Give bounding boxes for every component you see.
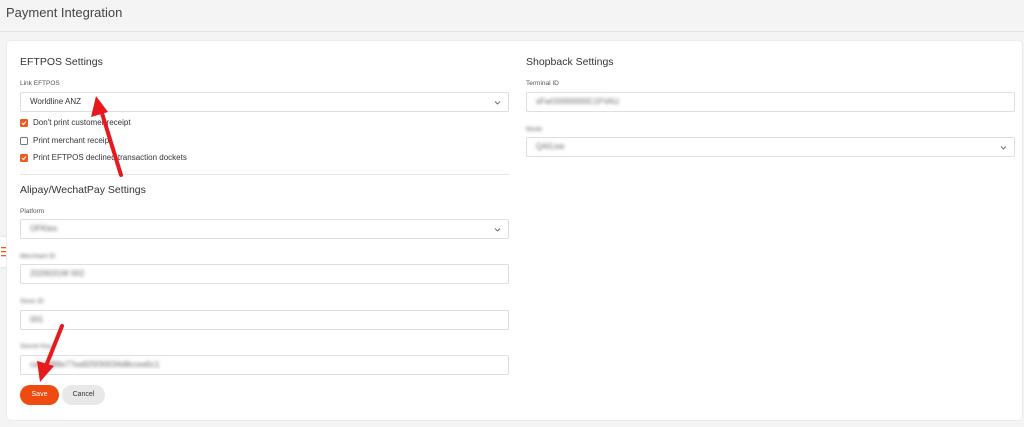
merchant-id-value: 2026031W 002 [30, 269, 85, 278]
chevron-down-icon [494, 228, 501, 232]
secret-key-value: ca5dd88e77ea925f30034d8ccea5c1 [30, 360, 160, 369]
checkbox-label: Don't print customer receipt [33, 118, 131, 127]
platform-label: Platform [20, 208, 45, 215]
page-header: Payment Integration [0, 0, 1024, 32]
platform-select[interactable]: OFKtes [20, 219, 509, 239]
checkbox-checked-icon [20, 118, 28, 127]
store-id-label: Store ID [20, 298, 44, 305]
link-eftpos-label: Link EFTPOS [20, 80, 60, 87]
platform-value: OFKtes [30, 224, 58, 233]
terminal-id-label: Terminal ID [526, 80, 559, 87]
merchant-id-input[interactable]: 2026031W 002 [20, 264, 509, 284]
mode-label: Mode [526, 126, 543, 133]
checkbox-checked-icon [20, 153, 28, 162]
checkbox-label: Print EFTPOS declined transaction docket… [33, 153, 187, 162]
checkbox-unchecked-icon [20, 136, 28, 145]
mode-value: QA/Live [536, 142, 565, 151]
alipay-section-title: Alipay/WechatPay Settings [20, 184, 146, 196]
terminal-id-input[interactable]: sFwO0000000C1FVAU [526, 92, 1015, 112]
checkbox-print-declined-dockets[interactable]: Print EFTPOS declined transaction docket… [20, 152, 187, 163]
secret-key-label: Secret Key [20, 343, 52, 350]
link-eftpos-value: Worldline ANZ [30, 97, 81, 106]
store-id-input[interactable]: 001 [20, 310, 509, 330]
secret-key-input[interactable]: ca5dd88e77ea925f30034d8ccea5c1 [20, 355, 509, 375]
page-title: Payment Integration [6, 5, 123, 20]
checkbox-dont-print-customer-receipt[interactable]: Don't print customer receipt [20, 117, 131, 128]
chevron-down-icon [1000, 146, 1007, 150]
terminal-id-value: sFwO0000000C1FVAU [536, 97, 619, 106]
save-button[interactable]: Save [20, 385, 59, 405]
eftpos-section-title: EFTPOS Settings [20, 56, 103, 68]
cancel-button[interactable]: Cancel [62, 385, 105, 405]
shopback-section-title: Shopback Settings [526, 56, 614, 68]
checkbox-print-merchant-receipt[interactable]: Print merchant receipt [20, 135, 111, 146]
merchant-id-label: Merchant ID [20, 253, 56, 260]
chevron-down-icon [494, 101, 501, 105]
mode-select[interactable]: QA/Live [526, 137, 1015, 157]
checkbox-label: Print merchant receipt [33, 136, 112, 145]
link-eftpos-select[interactable]: Worldline ANZ [20, 92, 509, 112]
section-divider [20, 174, 509, 175]
store-id-value: 001 [30, 315, 44, 324]
